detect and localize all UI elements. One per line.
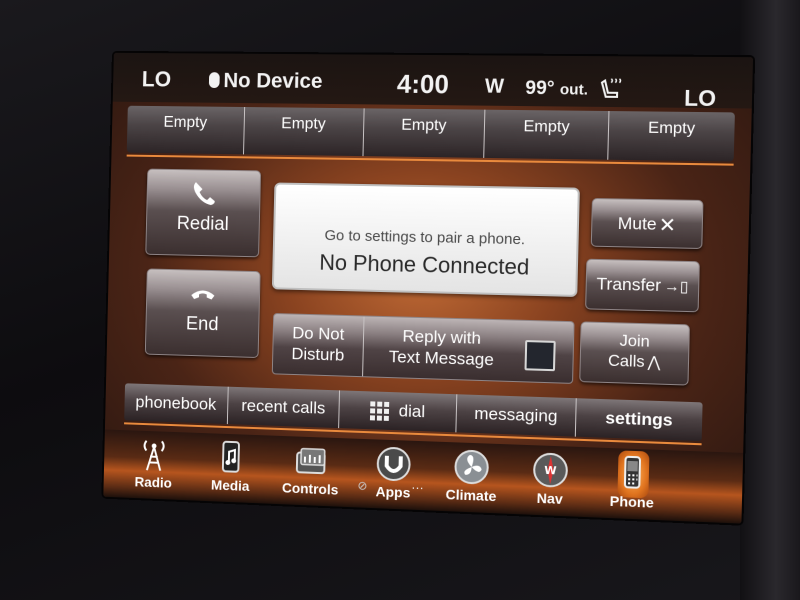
transfer-button[interactable]: Transfer →▯: [585, 258, 700, 313]
mute-button[interactable]: Mute✕: [590, 198, 704, 250]
phone-device-icon: [613, 454, 651, 492]
pair-hint: Go to settings to pair a phone.: [324, 227, 526, 249]
keypad-icon: [369, 400, 389, 421]
reply-checkbox[interactable]: [524, 340, 556, 372]
device-label: No Device: [223, 69, 323, 93]
outside-temp-label: out.: [559, 81, 589, 99]
tab-phonebook[interactable]: phonebook: [124, 383, 229, 425]
compass-heading: W: [484, 75, 505, 98]
apps-icon: [375, 445, 412, 482]
end-label: End: [185, 313, 219, 336]
conference-icon: ⋀: [647, 353, 661, 372]
outside-temp-value: 99°: [525, 77, 555, 100]
preset-2[interactable]: Empty: [243, 107, 365, 157]
do-not-disturb-button[interactable]: Do Not Disturb: [272, 314, 365, 377]
media-player-icon: [213, 439, 249, 476]
dock-media[interactable]: Media: [195, 439, 266, 495]
device-status: No Device: [208, 69, 323, 94]
apps-edit-icon: ⊘: [357, 478, 368, 493]
phone-handset-icon: [193, 182, 216, 206]
tab-dial-label: dial: [398, 401, 426, 422]
climate-fan-icon: [453, 448, 490, 486]
join-calls-button[interactable]: Join Calls ⋀: [579, 321, 690, 386]
reply-line1: Reply with: [402, 326, 482, 348]
transfer-to-phone-icon: →▯: [663, 277, 689, 296]
svg-text:W: W: [544, 464, 557, 478]
mute-icon: ✕: [658, 214, 677, 238]
preset-4[interactable]: Empty: [484, 109, 610, 160]
dock-nav-label: Nav: [536, 489, 564, 507]
controls-icon: [293, 442, 329, 479]
dock-controls-label: Controls: [281, 479, 339, 498]
join-label-line1: Join: [619, 332, 651, 351]
dock-media-label: Media: [210, 476, 250, 494]
dock-climate[interactable]: Climate: [435, 448, 509, 505]
dock-phone-label: Phone: [609, 492, 654, 511]
dock-apps[interactable]: Apps: [357, 445, 430, 502]
dnd-line1: Do Not: [292, 323, 345, 344]
transfer-label: Transfer: [596, 274, 662, 296]
reply-with-text-button[interactable]: Reply with Text Message: [363, 316, 521, 381]
bluetooth-icon: [208, 72, 220, 89]
outside-temp: 99° out.: [525, 78, 588, 101]
end-call-button[interactable]: End: [144, 268, 261, 359]
heated-seat-icon[interactable]: [598, 78, 623, 101]
dock-phone[interactable]: Phone: [595, 454, 671, 512]
no-phone-message: Go to settings to pair a phone. No Phone…: [271, 182, 580, 297]
dock-climate-label: Climate: [445, 486, 497, 505]
reply-checkbox-cell: [519, 321, 561, 383]
join-label-line2: Calls: [607, 352, 645, 371]
redial-button[interactable]: Redial: [145, 168, 262, 258]
redial-label: Redial: [176, 213, 229, 235]
uconnect-screen: LO No Device 4:00 W 99° out. LO Empty Em…: [103, 52, 754, 524]
tab-settings[interactable]: settings: [576, 398, 703, 441]
dnd-line2: Disturb: [291, 344, 345, 365]
compass-nav-icon: W: [532, 451, 570, 489]
apps-more-icon: …: [410, 476, 425, 493]
tab-dial[interactable]: dial: [339, 390, 458, 433]
tab-messaging[interactable]: messaging: [456, 394, 577, 437]
clock: 4:00: [396, 68, 450, 100]
passenger-temp[interactable]: LO: [684, 85, 716, 112]
mute-label: Mute: [617, 213, 657, 234]
reply-line2: Text Message: [388, 347, 495, 370]
status-bar: LO No Device 4:00 W 99° out. LO: [112, 52, 754, 112]
radio-tower-icon: [136, 437, 171, 474]
hang-up-icon: [191, 290, 215, 300]
dock-radio[interactable]: Radio: [119, 436, 189, 492]
preset-3[interactable]: Empty: [363, 108, 486, 158]
favorites-preset-row: Empty Empty Empty Empty Empty: [126, 105, 735, 162]
dock-nav[interactable]: W Nav: [513, 451, 588, 508]
driver-temp[interactable]: LO: [142, 67, 172, 93]
preset-5[interactable]: Empty: [608, 111, 734, 162]
preset-1[interactable]: Empty: [126, 105, 245, 155]
dock-apps-label: Apps: [375, 483, 411, 501]
dock-controls[interactable]: Controls: [275, 442, 347, 498]
dock-radio-label: Radio: [134, 473, 173, 491]
call-options-bar: Do Not Disturb Reply with Text Message: [271, 313, 575, 384]
message-title: No Phone Connected: [319, 249, 530, 280]
tab-recent-calls[interactable]: recent calls: [227, 386, 341, 429]
